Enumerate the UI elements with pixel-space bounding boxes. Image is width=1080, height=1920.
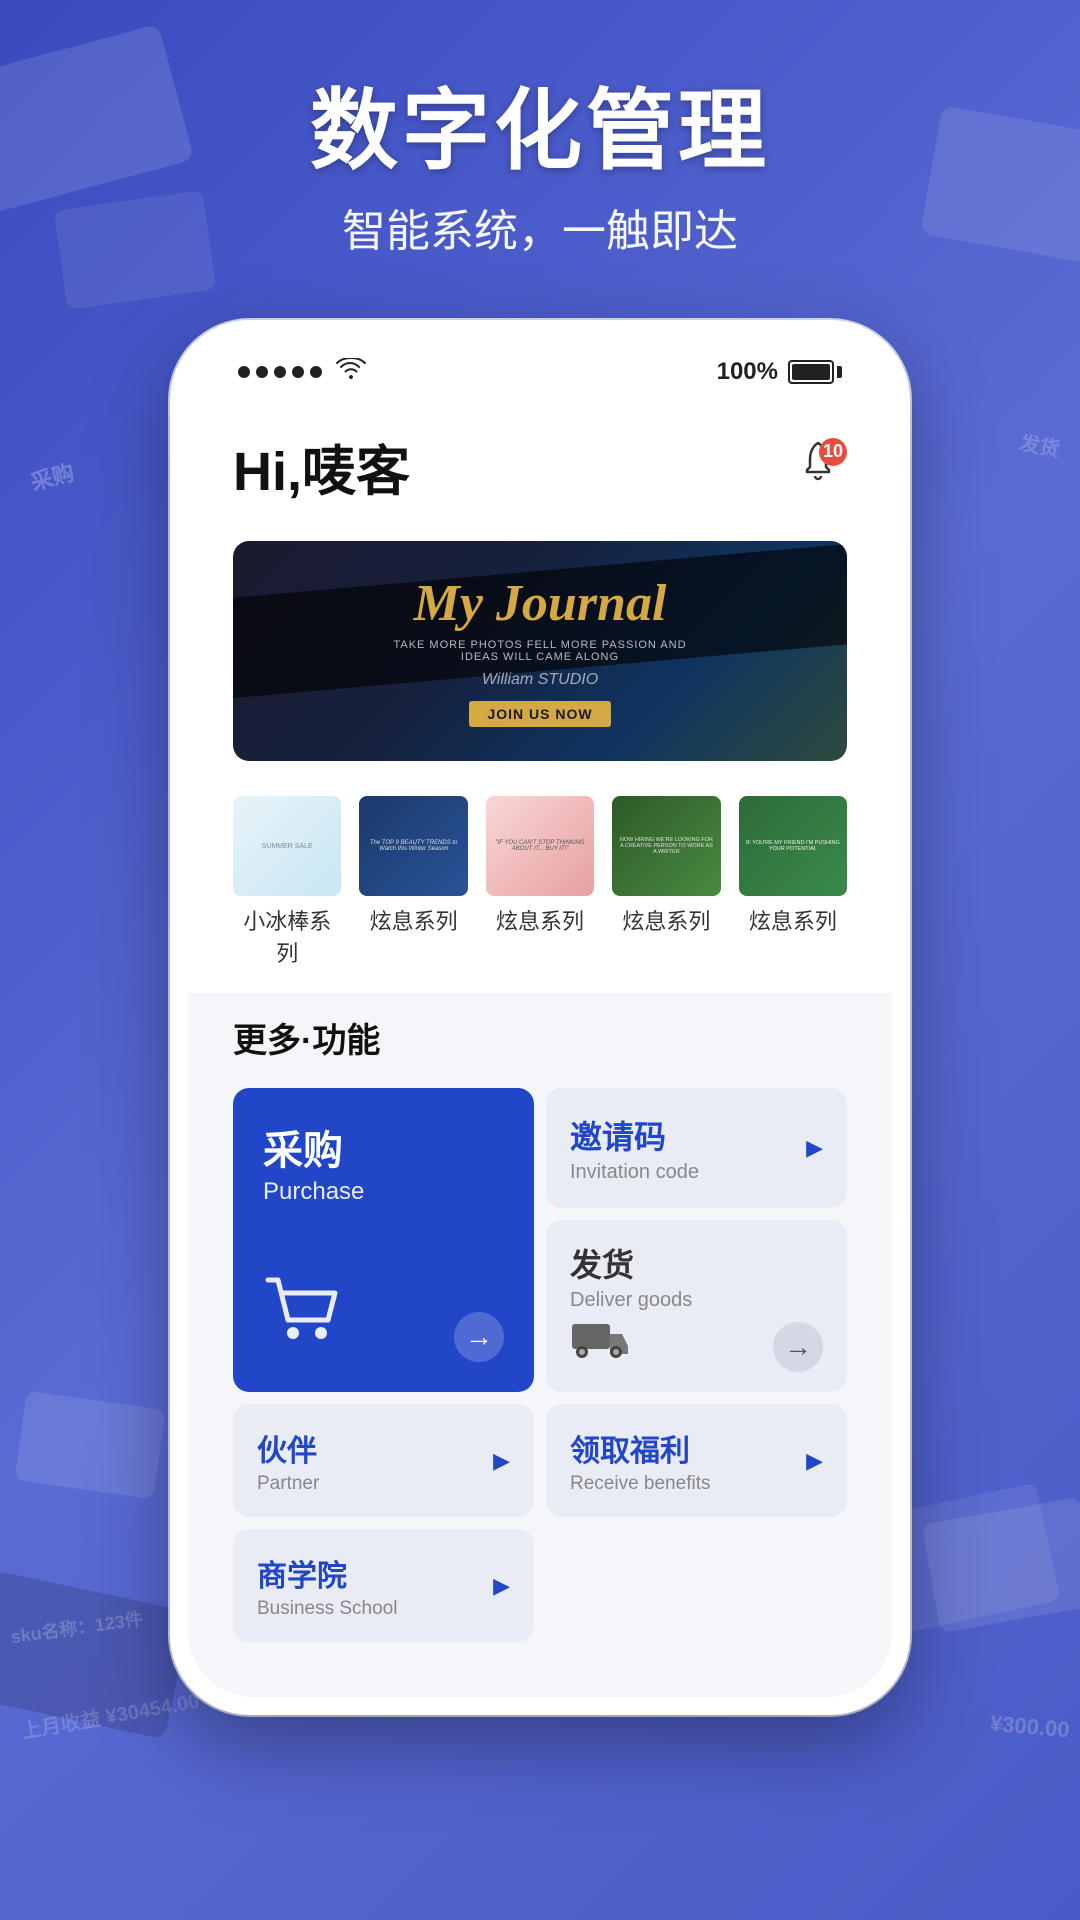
thumb-label-1: 小冰棒系列	[233, 904, 341, 968]
app-greeting: Hi,唛客	[233, 427, 410, 506]
bg-card-6	[14, 1391, 165, 1500]
main-grid: 采购 Purchase	[233, 1088, 847, 1392]
notification-button[interactable]: 10	[789, 438, 847, 496]
banner-section: My Journal TAKE MORE PHOTOS FELL MORE PA…	[188, 526, 892, 776]
battery-icon	[788, 360, 842, 384]
app-content: Hi,唛客 10	[188, 397, 892, 1697]
business-school-row: 商学院 Business School ▶	[233, 1529, 847, 1642]
receive-benefits-zh: 领取福利	[570, 1426, 710, 1470]
business-school-text: 商学院 Business School	[257, 1551, 397, 1620]
header-subtitle: 智能系统，一触即达	[0, 195, 1080, 259]
battery-percent: 100%	[717, 358, 778, 386]
phone-outer-frame: 100% Hi,唛客	[170, 320, 910, 1715]
thumb-img-4: NOW HIRING WE'RE LOOKING FOR A CREATIVE …	[612, 796, 720, 896]
thumb-img-3: "IF YOU CAN'T STOP THINKING ABOUT IT... …	[486, 796, 594, 896]
partner-en: Partner	[257, 1473, 319, 1495]
invitation-code-arrow: ▶	[806, 1135, 823, 1161]
deliver-arrow: →	[773, 1322, 823, 1372]
partner-zh: 伙伴	[257, 1426, 319, 1470]
thumb-label-4: 炫息系列	[622, 904, 710, 936]
purchase-zh: 采购	[263, 1118, 504, 1176]
bg-text-deliver: 发货	[1018, 427, 1062, 463]
purchase-bottom: →	[263, 1275, 504, 1362]
signal-dots	[238, 366, 322, 378]
wifi-icon	[336, 356, 366, 387]
app-header: Hi,唛客 10	[188, 397, 892, 526]
more-section-title: 更多·功能	[233, 1013, 847, 1062]
invitation-code-en: Invitation code	[570, 1161, 699, 1184]
business-school-zh: 商学院	[257, 1551, 397, 1595]
more-section: 更多·功能	[188, 993, 892, 1088]
header-section: 数字化管理 智能系统，一触即达	[0, 60, 1080, 259]
partner-button[interactable]: 伙伴 Partner ▶	[233, 1404, 534, 1517]
thumb-img-1: Summer Sale	[233, 796, 341, 896]
thumb-img-5: IF YOU'RE MY FRIEND I'M PUSHING YOUR POT…	[739, 796, 847, 896]
receive-benefits-en: Receive benefits	[570, 1473, 710, 1495]
receive-benefits-arrow: ▶	[806, 1448, 823, 1474]
notification-badge: 10	[819, 438, 847, 466]
purchase-text: 采购 Purchase	[263, 1118, 504, 1206]
deliver-goods-en: Deliver goods	[570, 1289, 823, 1312]
receive-benefits-text: 领取福利 Receive benefits	[570, 1426, 710, 1495]
purchase-en: Purchase	[263, 1178, 504, 1206]
status-right: 100%	[717, 358, 842, 386]
deliver-goods-zh: 发货	[570, 1240, 823, 1286]
invitation-code-zh: 邀请码	[570, 1112, 699, 1158]
thumb-item-1[interactable]: Summer Sale 小冰棒系列	[233, 796, 341, 968]
header-title: 数字化管理	[0, 60, 1080, 187]
business-school-button[interactable]: 商学院 Business School ▶	[233, 1529, 534, 1642]
thumb-item-3[interactable]: "IF YOU CAN'T STOP THINKING ABOUT IT... …	[486, 796, 594, 968]
banner-content: My Journal TAKE MORE PHOTOS FELL MORE PA…	[390, 575, 690, 726]
dot-4	[292, 366, 304, 378]
functions-wrapper: 采购 Purchase	[188, 1088, 892, 1672]
banner[interactable]: My Journal TAKE MORE PHOTOS FELL MORE PA…	[233, 541, 847, 761]
status-bar: 100%	[188, 338, 892, 397]
partner-text: 伙伴 Partner	[257, 1426, 319, 1495]
thumb-item-5[interactable]: IF YOU'RE MY FRIEND I'M PUSHING YOUR POT…	[739, 796, 847, 968]
thumb-img-2: The TOP 9 BEAUTY TRENDS to Watch this Wi…	[359, 796, 467, 896]
phone-inner: 100% Hi,唛客	[188, 338, 892, 1697]
dot-2	[256, 366, 268, 378]
thumbnails-section: Summer Sale 小冰棒系列 The TOP 9 BEAUTY TREND…	[188, 776, 892, 993]
banner-studio: William STUDIO	[390, 671, 690, 689]
phone-mockup: 100% Hi,唛客	[170, 320, 910, 1715]
thumb-item-4[interactable]: NOW HIRING WE'RE LOOKING FOR A CREATIVE …	[612, 796, 720, 968]
dot-3	[274, 366, 286, 378]
banner-cta-button[interactable]: JOIN US NOW	[469, 701, 610, 727]
banner-title: My Journal	[390, 575, 690, 632]
dot-5	[310, 366, 322, 378]
invitation-code-button[interactable]: 邀请码 Invitation code ▶	[546, 1088, 847, 1208]
truck-icon	[570, 1312, 630, 1372]
thumb-label-5: 炫息系列	[749, 904, 837, 936]
thumb-label-3: 炫息系列	[496, 904, 584, 936]
bg-text-amount: ¥300.00	[989, 1711, 1070, 1744]
thumb-label-2: 炫息系列	[370, 904, 458, 936]
business-school-arrow: ▶	[493, 1573, 510, 1599]
invitation-code-content: 邀请码 Invitation code ▶	[570, 1112, 823, 1184]
banner-subtitle: TAKE MORE PHOTOS FELL MORE PASSION AND I…	[390, 639, 690, 663]
purchase-arrow: →	[454, 1312, 504, 1362]
cart-icon	[263, 1275, 343, 1362]
partner-arrow: ▶	[493, 1448, 510, 1474]
deliver-bottom: →	[570, 1312, 823, 1372]
bg-text-purchase: 采购	[27, 455, 78, 497]
dot-1	[238, 366, 250, 378]
purchase-button[interactable]: 采购 Purchase	[233, 1088, 534, 1392]
bottom-row: 伙伴 Partner ▶ 领取福利 Receive benefits ▶	[233, 1404, 847, 1517]
business-school-en: Business School	[257, 1598, 397, 1620]
receive-benefits-button[interactable]: 领取福利 Receive benefits ▶	[546, 1404, 847, 1517]
deliver-goods-button[interactable]: 发货 Deliver goods	[546, 1220, 847, 1392]
thumb-item-2[interactable]: The TOP 9 BEAUTY TRENDS to Watch this Wi…	[359, 796, 467, 968]
